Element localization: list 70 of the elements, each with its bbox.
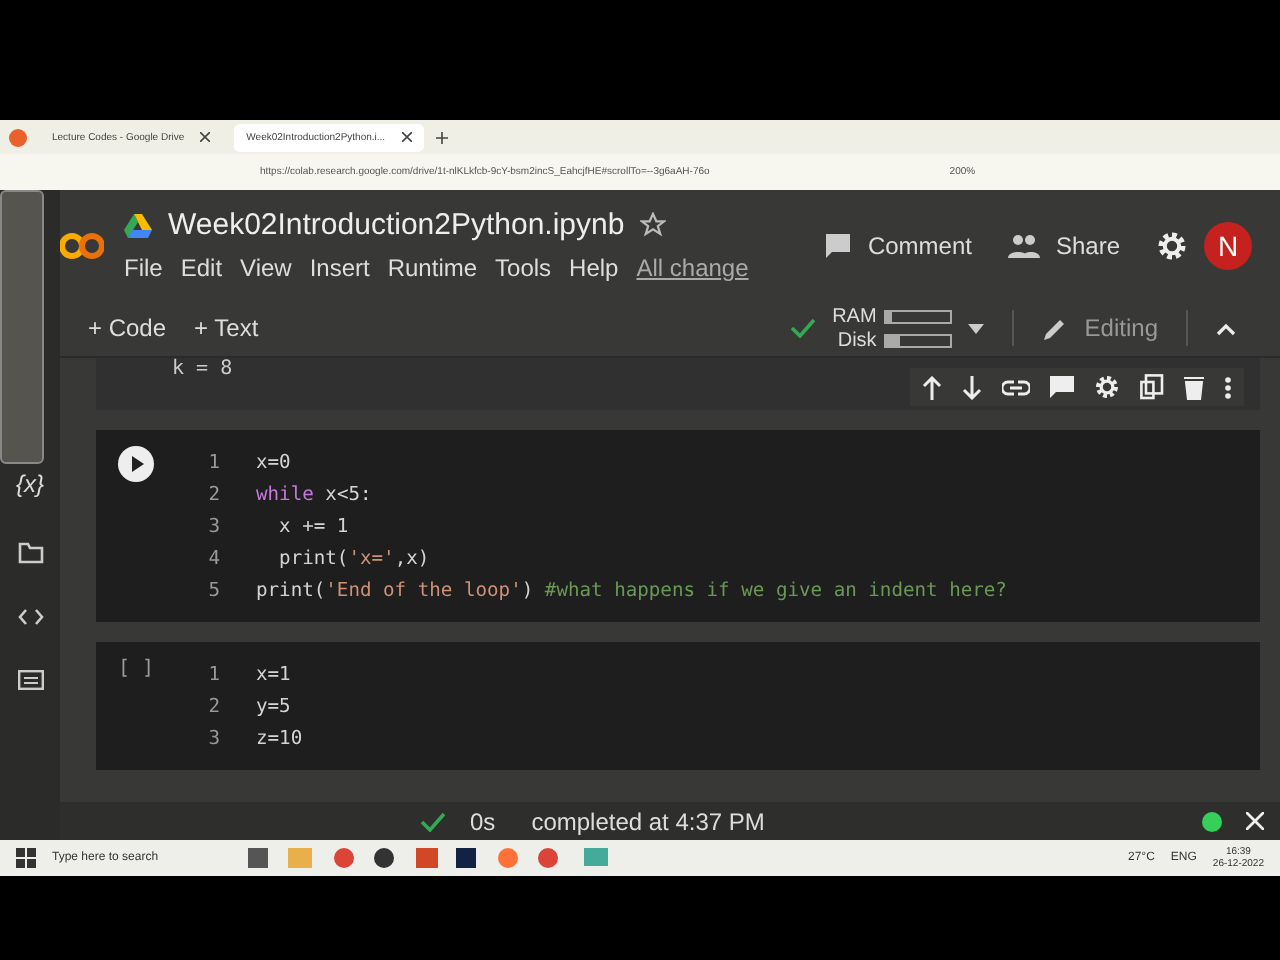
close-tab-icon[interactable]: [200, 132, 211, 142]
code-line: print('x=',x): [277, 547, 430, 569]
logo-icon: [60, 229, 104, 261]
line-number: 2: [206, 695, 222, 717]
check-icon: [790, 318, 817, 338]
add-code-button[interactable]: + Code: [88, 314, 167, 342]
mirror-cell-icon[interactable]: [1140, 374, 1164, 400]
menu-item[interactable]: Tools: [495, 254, 552, 282]
line-number: 1: [206, 663, 222, 685]
menu-item[interactable]: View: [240, 254, 292, 282]
disk-meter: [884, 333, 953, 347]
move-down-icon[interactable]: [962, 375, 982, 399]
close-tab-icon[interactable]: [401, 132, 412, 142]
line-number: 3: [206, 515, 222, 537]
menu-item[interactable]: File: [124, 254, 163, 282]
line-number: 2: [206, 483, 222, 505]
code-line: print('End of the loop') #what happens if we give an indent here?: [256, 579, 1007, 601]
line-number: 3: [206, 727, 222, 749]
code-line: x=0: [256, 451, 291, 473]
code-line: y=5: [256, 695, 291, 717]
settings-icon[interactable]: [1156, 229, 1188, 261]
browser-icon[interactable]: [8, 127, 28, 147]
drive-icon: [124, 213, 152, 237]
line-number: 5: [206, 579, 222, 601]
close-icon[interactable]: [1246, 812, 1264, 830]
ram-meter: [884, 309, 953, 323]
code-line: z=10: [256, 727, 303, 749]
code-line: while x<5:: [256, 483, 372, 505]
menu-item[interactable]: Runtime: [387, 254, 478, 282]
menu-item[interactable]: Insert: [309, 254, 370, 282]
connection-status-icon: [1202, 811, 1222, 831]
variables-button[interactable]: {x}: [15, 470, 44, 498]
run-button[interactable]: [118, 446, 154, 482]
line-number: 4: [206, 547, 222, 569]
save-status-link[interactable]: All change: [636, 254, 749, 282]
start-icon[interactable]: [16, 848, 36, 868]
terminal-icon[interactable]: [17, 670, 43, 690]
settings-icon[interactable]: [1094, 374, 1120, 400]
pencil-icon: [1042, 315, 1069, 341]
editing-mode-button[interactable]: Editing: [1084, 314, 1158, 342]
link-icon[interactable]: [1002, 379, 1030, 395]
folder-icon[interactable]: [17, 542, 43, 564]
dropdown-caret-icon[interactable]: [968, 323, 985, 333]
more-icon[interactable]: [1224, 375, 1232, 399]
menu-item[interactable]: Help: [569, 254, 619, 282]
status-message: completed at 4:37 PM: [531, 807, 765, 835]
disk-label: Disk: [837, 329, 877, 351]
move-up-icon[interactable]: [922, 375, 942, 399]
menu-item[interactable]: Edit: [180, 254, 223, 282]
collapse-icon[interactable]: [1216, 321, 1236, 335]
avatar[interactable]: N: [1204, 221, 1252, 269]
add-text-button[interactable]: + Text: [194, 314, 259, 342]
code-line: x += 1: [277, 515, 349, 537]
people-icon: [1007, 233, 1040, 257]
line-number: 1: [206, 451, 222, 473]
code-line: x=1: [256, 663, 291, 685]
share-button[interactable]: Share: [1055, 231, 1120, 259]
run-duration: 0s: [470, 807, 496, 835]
ram-label: RAM: [832, 305, 877, 327]
comment-icon[interactable]: [1050, 375, 1074, 399]
execution-prompt[interactable]: [ ]: [117, 658, 155, 754]
cell-output: k = 8: [172, 358, 233, 380]
comment-button[interactable]: Comment: [867, 231, 972, 259]
star-icon[interactable]: [640, 212, 667, 238]
code-icon[interactable]: [17, 608, 43, 626]
delete-icon[interactable]: [1184, 375, 1204, 399]
comment-icon: [823, 231, 852, 259]
new-tab-icon[interactable]: [435, 131, 448, 143]
notebook-title[interactable]: Week02Introduction2Python.ipynb: [168, 208, 625, 242]
check-icon: [420, 811, 446, 831]
